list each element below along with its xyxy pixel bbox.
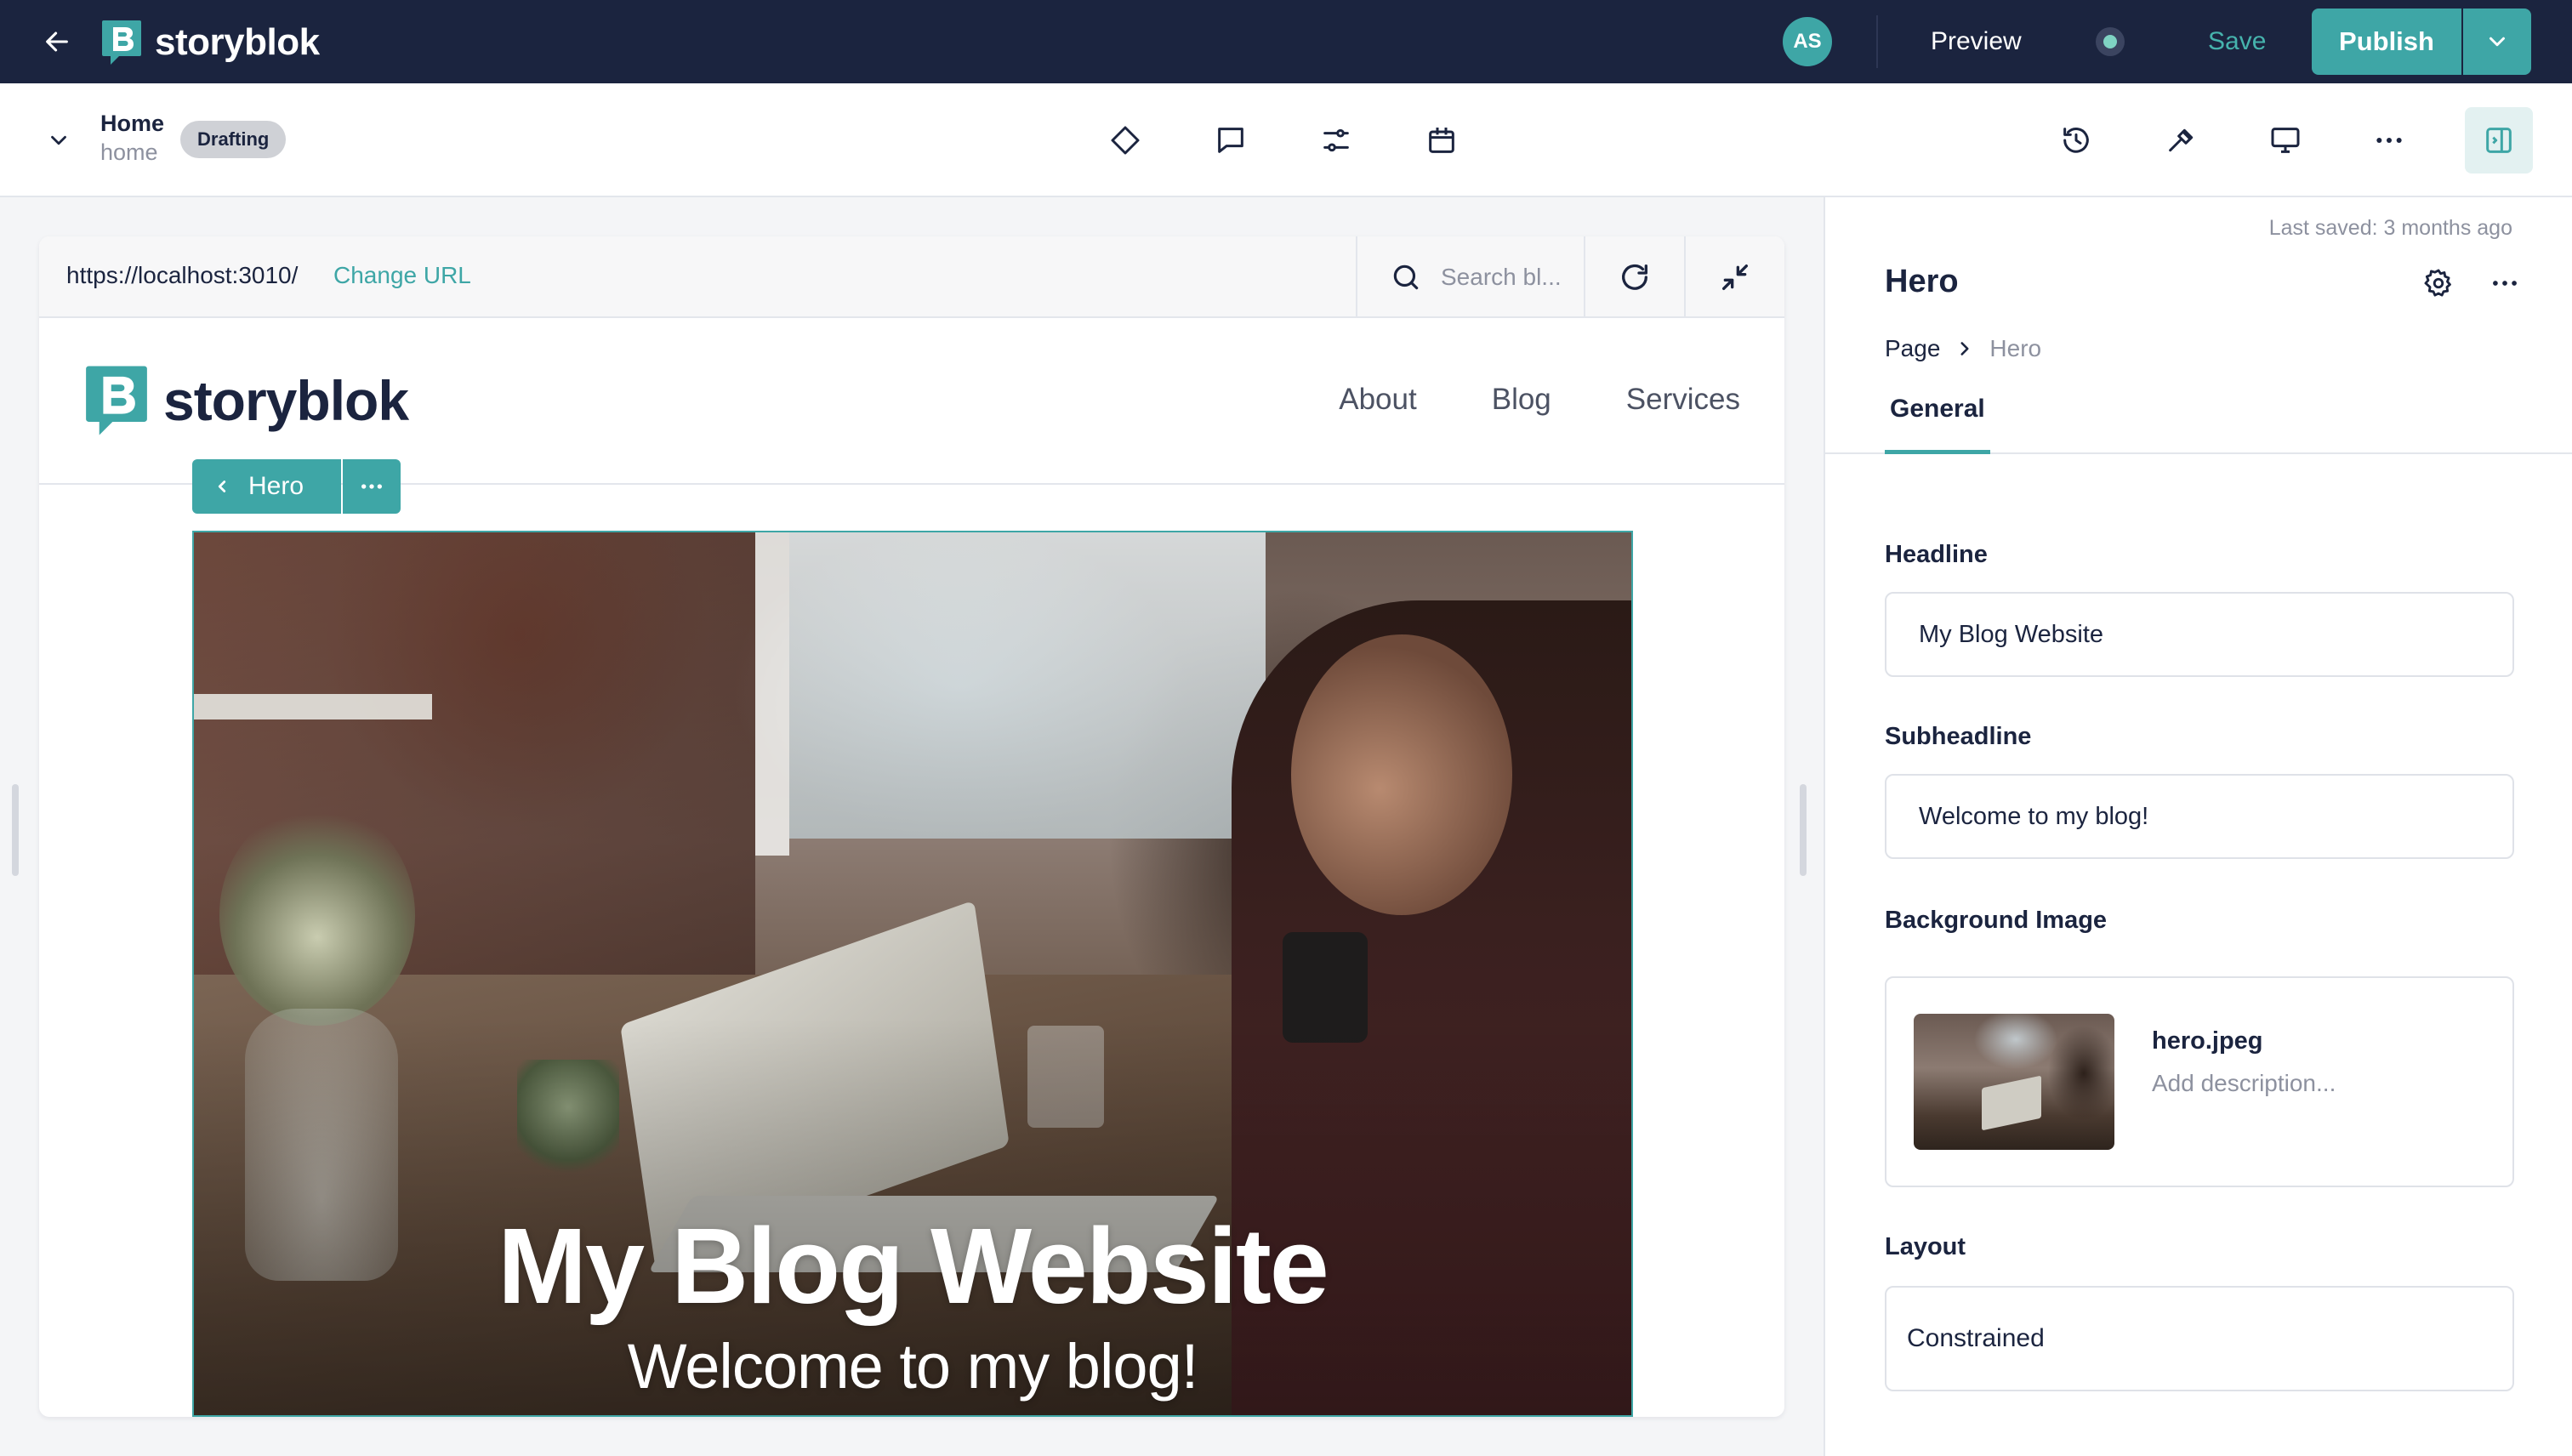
nav-link-about[interactable]: About (1339, 383, 1416, 417)
publish-dropdown-button[interactable] (2463, 9, 2531, 75)
history-icon[interactable] (2053, 117, 2099, 163)
block-toolbar: Hero (192, 459, 401, 514)
desktop-icon[interactable] (2262, 117, 2308, 163)
breadcrumb-page[interactable]: Page (1885, 335, 1940, 362)
chevron-left-icon (218, 481, 226, 492)
hero-subheadline: Welcome to my blog! (627, 1331, 1199, 1402)
site-nav: About Blog Services (1339, 383, 1740, 417)
breadcrumb-current: Hero (1989, 335, 2042, 361)
site-logo-text: storyblok (163, 369, 409, 432)
panel-tabs: General (1825, 395, 2572, 454)
minimize-icon[interactable] (1684, 236, 1784, 318)
comment-icon[interactable] (1208, 117, 1254, 163)
visual-preview: https://localhost:3010/ Change URL story… (39, 236, 1784, 1417)
layout-selected-value: Constrained (1907, 1324, 2045, 1352)
hero-block[interactable]: My Blog Website Welcome to my blog! (192, 531, 1633, 1417)
hero-headline: My Blog Website (498, 1206, 1329, 1326)
asset-thumbnail[interactable] (1914, 1014, 2114, 1150)
asset-card[interactable]: hero.jpeg Add description... (1885, 976, 2514, 1187)
breadcrumb: Page Hero (1885, 335, 2041, 362)
headline-label: Headline (1885, 541, 1988, 568)
search-icon (1393, 264, 1419, 290)
chevron-down-icon[interactable] (39, 121, 78, 160)
more-horizontal-icon[interactable] (2366, 117, 2412, 163)
site-logo[interactable]: storyblok (83, 362, 409, 439)
panel-title: Hero (1885, 264, 1959, 299)
settings-sliders-icon[interactable] (1313, 117, 1359, 163)
change-url-link[interactable]: Change URL (333, 262, 471, 289)
story-slug: home (100, 139, 158, 165)
nav-link-services[interactable]: Services (1626, 383, 1740, 417)
more-horizontal-icon[interactable] (343, 459, 401, 514)
gear-icon[interactable] (2416, 260, 2461, 306)
storyblok-logo-icon (86, 366, 147, 435)
divider (1876, 15, 1878, 68)
block-editor-panel: Last saved: 3 months ago Hero Page Hero … (1824, 197, 2572, 1456)
preview-button[interactable]: Preview (1905, 17, 2047, 66)
subheadline-field[interactable] (1885, 774, 2514, 859)
layout-select[interactable]: Constrained (1885, 1286, 2514, 1391)
last-saved-text: Last saved: 3 months ago (2268, 216, 2512, 240)
story-title: Home (100, 111, 165, 136)
preview-url-bar: https://localhost:3010/ Change URL (39, 236, 1784, 318)
asset-filename: hero.jpeg (2152, 1027, 2263, 1055)
block-search (1356, 236, 1584, 318)
chevron-down-icon (2489, 37, 2505, 47)
subheadline-label: Subheadline (1885, 723, 2032, 750)
headline-field[interactable] (1885, 592, 2514, 677)
reload-icon[interactable] (1584, 236, 1684, 318)
logo-text: storyblok (155, 21, 320, 63)
asset-description-field[interactable]: Add description... (2152, 1070, 2336, 1097)
left-resize-handle[interactable] (12, 784, 19, 876)
diamond-icon[interactable] (1102, 117, 1148, 163)
top-bar: storyblok AS Preview Save Publish (0, 0, 2572, 83)
panel-resize-handle[interactable] (1800, 784, 1807, 876)
block-label: Hero (248, 472, 304, 500)
hammer-icon[interactable] (2159, 117, 2205, 163)
publish-button[interactable]: Publish (2312, 9, 2461, 75)
background-image-label: Background Image (1885, 907, 2108, 934)
tab-general[interactable]: General (1885, 395, 1990, 454)
layout-label: Layout (1885, 1233, 1966, 1260)
status-indicator-icon[interactable] (2096, 27, 2125, 56)
storyblok-logo: storyblok (100, 19, 320, 66)
search-input[interactable] (1441, 264, 1568, 291)
chevron-right-icon (1960, 342, 1969, 355)
save-button[interactable]: Save (2186, 17, 2288, 66)
nav-link-blog[interactable]: Blog (1492, 383, 1551, 417)
more-horizontal-icon[interactable] (2482, 260, 2528, 306)
calendar-icon[interactable] (1419, 117, 1465, 163)
user-avatar[interactable]: AS (1783, 17, 1832, 66)
storyblok-logo-icon (102, 20, 141, 65)
story-toolbar: Home home Drafting (0, 83, 2572, 197)
block-label-button[interactable]: Hero (192, 459, 342, 514)
preview-url: https://localhost:3010/ (66, 262, 299, 288)
panel-toggle-icon[interactable] (2465, 107, 2533, 173)
status-badge: Drafting (180, 121, 287, 158)
back-arrow-icon[interactable] (37, 22, 77, 61)
